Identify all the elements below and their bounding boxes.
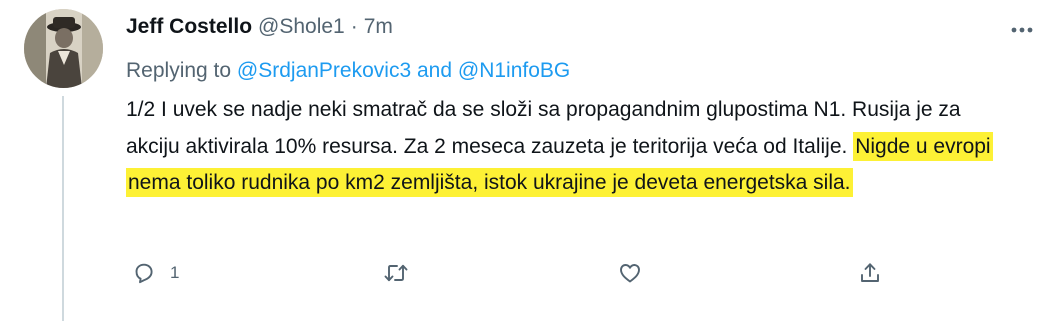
- tweet-text-plain: 1/2 I uvek se nadje neki smatrač da se s…: [126, 98, 961, 158]
- more-icon: [1011, 27, 1033, 33]
- avatar-image: [24, 9, 103, 88]
- tweet-timestamp[interactable]: 7m: [364, 12, 393, 42]
- avatar[interactable]: [24, 9, 103, 88]
- tweet[interactable]: Jeff Costello @Shole1 · 7m Replying to @…: [0, 0, 1054, 321]
- tweet-text: 1/2 I uvek se nadje neki smatrač da se s…: [126, 92, 1006, 202]
- heart-icon: [620, 264, 640, 283]
- replying-and[interactable]: and: [417, 59, 452, 82]
- author-display-name[interactable]: Jeff Costello: [126, 12, 252, 42]
- separator-dot: ·: [350, 15, 358, 38]
- thread-line: [62, 96, 64, 321]
- reply-button[interactable]: 1: [132, 258, 179, 288]
- reply-count: 1: [170, 263, 180, 282]
- mention-link[interactable]: @N1infoBG: [458, 59, 570, 82]
- replying-to: Replying to @SrdjanPrekovic3 and @N1info…: [126, 56, 570, 86]
- retweet-button[interactable]: [383, 258, 409, 288]
- share-button[interactable]: [858, 258, 882, 288]
- like-button[interactable]: [618, 258, 642, 288]
- mention-link[interactable]: @SrdjanPrekovic3: [237, 59, 411, 82]
- replying-prefix: Replying to: [126, 59, 232, 82]
- reply-icon: [135, 263, 153, 284]
- tweet-header: Jeff Costello @Shole1 · 7m: [126, 12, 393, 42]
- share-icon: [861, 263, 879, 282]
- retweet-icon: [384, 264, 408, 282]
- more-button[interactable]: [1002, 16, 1042, 44]
- author-handle[interactable]: @Shole1: [258, 12, 345, 42]
